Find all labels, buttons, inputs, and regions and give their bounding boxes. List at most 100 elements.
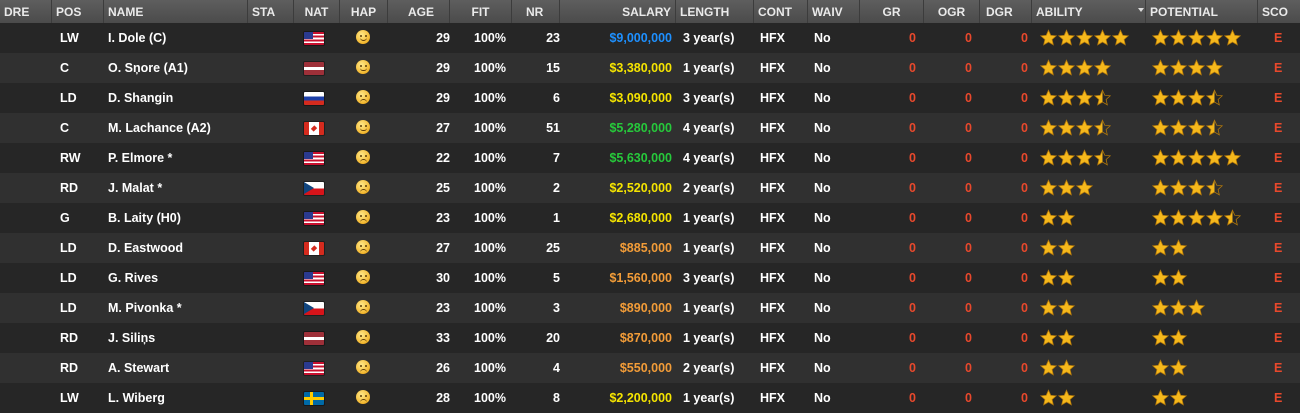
- cell-name[interactable]: M. Lachance (A2): [108, 113, 248, 143]
- col-header-nr[interactable]: NR: [512, 0, 560, 23]
- star-icon: [1058, 179, 1075, 196]
- cell-length: 1 year(s): [683, 61, 735, 75]
- ability-stars: [1040, 239, 1076, 257]
- star-icon: [1058, 359, 1075, 376]
- cell-name[interactable]: P. Elmore *: [108, 143, 248, 173]
- col-header-ability[interactable]: ABILITY: [1032, 0, 1146, 23]
- unhappy-face-icon: [356, 390, 370, 404]
- col-header-ogr[interactable]: OGR: [924, 0, 980, 23]
- col-header-age[interactable]: AGE: [388, 0, 450, 23]
- cell-dgr: 0: [1021, 121, 1028, 135]
- cell-salary: $2,680,000: [609, 211, 672, 225]
- cell-cont: HFX: [760, 121, 785, 135]
- cell-name[interactable]: J. Malat *: [108, 173, 248, 203]
- unhappy-face-icon: [356, 210, 370, 224]
- cell-ogr: 0: [965, 331, 972, 345]
- cell-gr: 0: [909, 151, 916, 165]
- table-row[interactable]: LD M. Pivonka * 23 100% 3 $890,000 1 year(s) HF…: [0, 293, 1300, 323]
- cell-dgr: 0: [1021, 331, 1028, 345]
- star-icon: [1188, 89, 1205, 106]
- col-header-name[interactable]: NAME: [104, 0, 248, 23]
- ability-stars: [1040, 179, 1094, 197]
- cell-name[interactable]: D. Shangin: [108, 83, 248, 113]
- col-header-gr[interactable]: GR: [860, 0, 924, 23]
- col-header-potential[interactable]: POTENTIAL: [1146, 0, 1258, 23]
- cell-cont: HFX: [760, 271, 785, 285]
- col-header-length[interactable]: LENGTH: [676, 0, 754, 23]
- cell-name[interactable]: M. Pivonka *: [108, 293, 248, 323]
- col-header-pos[interactable]: POS: [52, 0, 104, 23]
- cell-nr: 7: [553, 151, 560, 165]
- cell-fit: 100%: [474, 61, 506, 75]
- cell-pos: G: [60, 211, 70, 225]
- table-row[interactable]: G B. Laity (H0) 23 100% 1 $2,680,000 1 year(s)…: [0, 203, 1300, 233]
- star-icon: [1224, 29, 1241, 46]
- col-header-hap[interactable]: HAP: [340, 0, 388, 23]
- cell-name[interactable]: I. Dole (C): [108, 23, 248, 53]
- star-icon: [1094, 29, 1111, 46]
- star-icon: [1206, 59, 1223, 76]
- star-icon: [1040, 209, 1057, 226]
- cell-pos: RD: [60, 361, 79, 375]
- cell-age: 27: [436, 241, 450, 255]
- star-icon: [1170, 359, 1187, 376]
- cell-name[interactable]: O. Sņore (A1): [108, 53, 248, 83]
- col-header-salary[interactable]: SALARY: [560, 0, 676, 23]
- cell-dgr: 0: [1021, 271, 1028, 285]
- star-icon: [1152, 269, 1169, 286]
- star-icon: [1058, 149, 1075, 166]
- cell-scout: E: [1274, 31, 1283, 45]
- table-row[interactable]: RD A. Stewart 26 100% 4 $550,000 2 year(s) HFX N…: [0, 353, 1300, 383]
- star-icon: [1188, 59, 1205, 76]
- table-row[interactable]: LD D. Shangin 29 100% 6 $3,090,000 3 year(s) HF…: [0, 83, 1300, 113]
- table-row[interactable]: RD J. Malat * 25 100% 2 $2,520,000 2 year(s) HF…: [0, 173, 1300, 203]
- table-row[interactable]: RD J. Siliņs 33 100% 20 $870,000 1 year(s) HFX N…: [0, 323, 1300, 353]
- flag-us-icon: [304, 212, 324, 225]
- cell-name[interactable]: J. Siliņs: [108, 323, 248, 353]
- col-header-nat[interactable]: NAT: [294, 0, 340, 23]
- table-row[interactable]: LD D. Eastwood 27 100% 25 $885,000 1 year(s) HF…: [0, 233, 1300, 263]
- cell-name[interactable]: A. Stewart: [108, 353, 248, 383]
- cell-fit: 100%: [474, 91, 506, 105]
- col-header-dgr[interactable]: DGR: [980, 0, 1032, 23]
- cell-pos: RD: [60, 181, 79, 195]
- table-row[interactable]: C O. Sņore (A1) 29 100% 15 $3,380,000 1 year(s…: [0, 53, 1300, 83]
- star-icon: [1170, 269, 1187, 286]
- half-star-icon: [1094, 89, 1111, 106]
- cell-scout: E: [1274, 241, 1283, 255]
- cell-waiv: No: [814, 31, 831, 45]
- star-icon: [1040, 239, 1057, 256]
- cell-gr: 0: [909, 241, 916, 255]
- col-header-dre[interactable]: DRE: [0, 0, 52, 23]
- star-icon: [1058, 89, 1075, 106]
- table-row[interactable]: C M. Lachance (A2) 27 100% 51 $5,280,000 4 yea…: [0, 113, 1300, 143]
- cell-age: 23: [436, 211, 450, 225]
- cell-gr: 0: [909, 271, 916, 285]
- cell-fit: 100%: [474, 31, 506, 45]
- cell-name[interactable]: D. Eastwood: [108, 233, 248, 263]
- cell-age: 26: [436, 361, 450, 375]
- potential-stars: [1152, 149, 1242, 167]
- star-icon: [1076, 119, 1093, 136]
- cell-pos: RD: [60, 331, 79, 345]
- cell-age: 29: [436, 31, 450, 45]
- table-row[interactable]: LW I. Dole (C) 29 100% 23 $9,000,000 3 year(s)…: [0, 23, 1300, 53]
- potential-stars: [1152, 29, 1242, 47]
- cell-length: 4 year(s): [683, 151, 735, 165]
- cell-name[interactable]: B. Laity (H0): [108, 203, 248, 233]
- cell-fit: 100%: [474, 301, 506, 315]
- table-row[interactable]: RW P. Elmore * 22 100% 7 $5,630,000 4 year(s) H…: [0, 143, 1300, 173]
- unhappy-face-icon: [356, 180, 370, 194]
- cell-pos: RW: [60, 151, 81, 165]
- cell-name[interactable]: G. Rives: [108, 263, 248, 293]
- cell-cont: HFX: [760, 361, 785, 375]
- cell-ogr: 0: [965, 91, 972, 105]
- col-header-cont[interactable]: CONT: [754, 0, 808, 23]
- table-row[interactable]: LD G. Rives 30 100% 5 $1,560,000 3 year(s) HFX N…: [0, 263, 1300, 293]
- col-header-sta[interactable]: STA: [248, 0, 294, 23]
- col-header-fit[interactable]: FIT: [450, 0, 512, 23]
- col-header-scout[interactable]: SCO: [1258, 0, 1300, 23]
- star-icon: [1152, 389, 1169, 406]
- col-header-waiv[interactable]: WAIV: [808, 0, 860, 23]
- cell-dgr: 0: [1021, 91, 1028, 105]
